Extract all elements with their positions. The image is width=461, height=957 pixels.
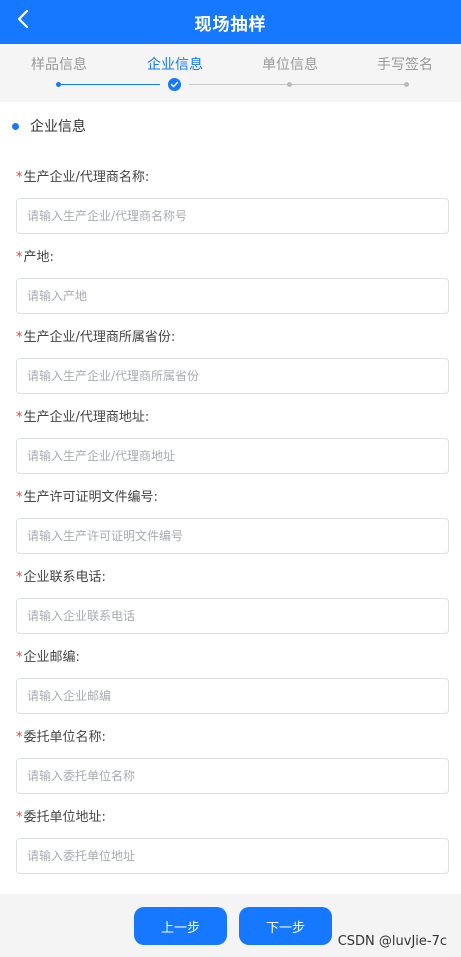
company-phone-input[interactable]: [16, 598, 449, 634]
required-mark: *: [16, 650, 23, 665]
required-mark: *: [16, 410, 23, 425]
field-label: *产地:: [16, 250, 54, 265]
field-label: *委托单位地址:: [16, 810, 106, 825]
field-label: *委托单位名称:: [16, 730, 106, 745]
field-company-phone: *企业联系电话:: [16, 568, 449, 634]
step-connector-3: [291, 84, 406, 85]
step-dot-1: [56, 82, 61, 87]
app-header: 现场抽样: [0, 0, 461, 44]
field-label: *生产企业/代理商名称:: [16, 170, 150, 185]
field-manufacturer-name: *生产企业/代理商名称:: [16, 168, 449, 234]
client-address-input[interactable]: [16, 838, 449, 874]
step-unit-info[interactable]: 单位信息: [262, 54, 318, 74]
next-step-button[interactable]: 下一步: [239, 907, 332, 945]
bullet-dot-icon: [12, 122, 19, 130]
field-postal-code: *企业邮编:: [16, 648, 449, 714]
step-company-info[interactable]: 企业信息: [147, 54, 203, 74]
client-name-input[interactable]: [16, 758, 449, 794]
back-button[interactable]: [8, 6, 38, 36]
field-province: *生产企业/代理商所属省份:: [16, 328, 449, 394]
step-dot-4: [404, 82, 409, 87]
footer-bar: 上一步 下一步 CSDN @luvJie-7c: [0, 894, 461, 957]
check-circle-icon: [168, 78, 181, 91]
province-input[interactable]: [16, 358, 449, 394]
watermark-text: CSDN @luvJie-7c: [337, 934, 447, 949]
origin-input[interactable]: [16, 278, 449, 314]
field-client-name: *委托单位名称:: [16, 728, 449, 794]
field-license-number: *生产许可证明文件编号:: [16, 488, 449, 554]
field-label: *生产企业/代理商所属省份:: [16, 330, 176, 345]
required-mark: *: [16, 730, 23, 745]
step-connector-1: [60, 84, 160, 85]
field-label: *企业邮编:: [16, 650, 80, 665]
field-manufacturer-address: *生产企业/代理商地址:: [16, 408, 449, 474]
postal-code-input[interactable]: [16, 678, 449, 714]
step-progress: 样品信息 企业信息 单位信息 手写签名: [0, 44, 461, 102]
field-label: *生产企业/代理商地址:: [16, 410, 150, 425]
field-label: *企业联系电话:: [16, 570, 106, 585]
prev-step-button[interactable]: 上一步: [134, 907, 227, 945]
required-mark: *: [16, 570, 23, 585]
required-mark: *: [16, 250, 23, 265]
license-number-input[interactable]: [16, 518, 449, 554]
section-header: 企业信息: [12, 116, 86, 136]
step-dot-3: [287, 82, 292, 87]
manufacturer-name-input[interactable]: [16, 198, 449, 234]
chevron-left-icon: [16, 9, 30, 33]
field-client-address: *委托单位地址:: [16, 808, 449, 874]
manufacturer-address-input[interactable]: [16, 438, 449, 474]
required-mark: *: [16, 810, 23, 825]
field-origin: *产地:: [16, 248, 449, 314]
required-mark: *: [16, 490, 23, 505]
field-label: *生产许可证明文件编号:: [16, 490, 158, 505]
page-title: 现场抽样: [194, 14, 267, 35]
step-connector-2: [189, 84, 288, 85]
required-mark: *: [16, 330, 23, 345]
section-title: 企业信息: [30, 119, 86, 135]
step-sample-info[interactable]: 样品信息: [31, 54, 87, 74]
company-info-form: 企业信息 *生产企业/代理商名称: *产地: *生产企业/代理商所属省份: *生…: [0, 102, 461, 894]
step-signature[interactable]: 手写签名: [377, 54, 433, 74]
required-mark: *: [16, 170, 23, 185]
